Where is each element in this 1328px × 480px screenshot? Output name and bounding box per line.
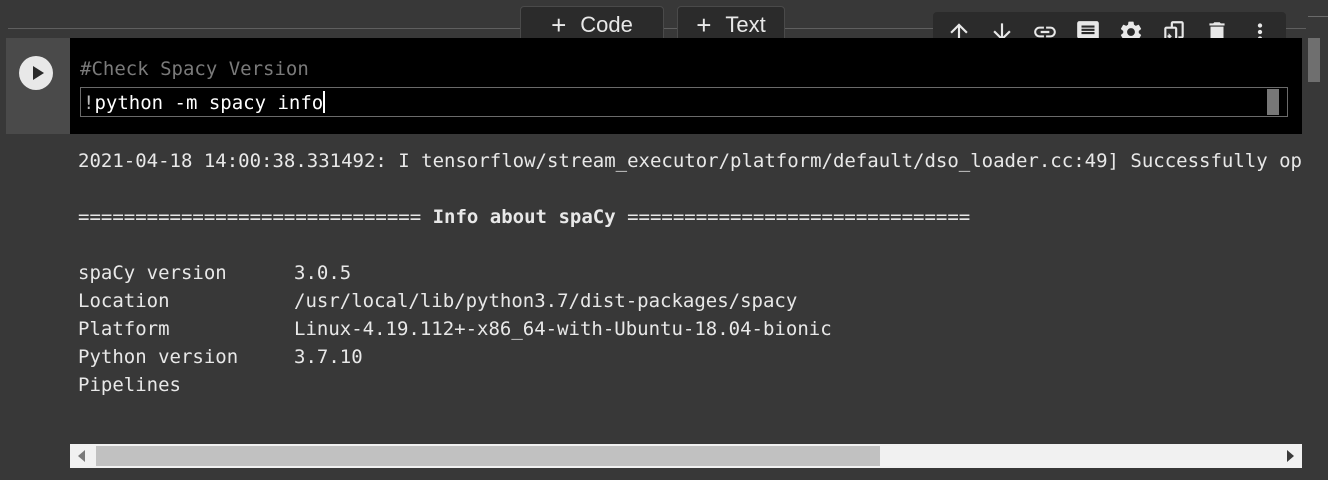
info-key: Location: [78, 290, 170, 312]
code-comment: #Check Spacy Version: [80, 58, 309, 80]
code-bang: !: [83, 92, 95, 114]
scroll-left-arrow-icon[interactable]: [78, 450, 85, 462]
text-cursor: [323, 91, 326, 113]
cell-divider-right: [1308, 16, 1328, 17]
play-icon: [32, 66, 44, 80]
output-header: ============================== Info abou…: [78, 206, 970, 228]
info-row: Platform Linux-4.19.112+-x86_64-with-Ubun…: [78, 318, 832, 340]
code-line-input[interactable]: !python -m spacy info: [80, 87, 1288, 117]
header-rule-left: ==============================: [78, 206, 433, 228]
output-log-line: 2021-04-18 14:00:38.331492: I tensorflow…: [78, 150, 1302, 172]
header-title: Info about spaCy: [432, 206, 616, 228]
code-command: python -m spacy info: [94, 92, 324, 114]
info-key: spaCy version: [78, 262, 227, 284]
info-key: Python version: [78, 346, 239, 368]
scrollbar-thumb[interactable]: [96, 446, 880, 466]
info-value: 3.7.10: [294, 346, 363, 368]
info-row: Pipelines: [78, 374, 294, 396]
info-key: Platform: [78, 318, 170, 340]
scroll-right-arrow-icon[interactable]: [1287, 450, 1294, 462]
cell-output: 2021-04-18 14:00:38.331492: I tensorflow…: [70, 134, 1302, 444]
output-horizontal-scrollbar[interactable]: [70, 444, 1302, 468]
info-value: 3.0.5: [294, 262, 352, 284]
info-value: Linux-4.19.112+-x86_64-with-Ubuntu-18.04…: [294, 318, 832, 340]
info-row: Python version 3.7.10: [78, 346, 363, 368]
info-key: Pipelines: [78, 374, 181, 396]
code-editor[interactable]: #Check Spacy Version !python -m spacy in…: [70, 38, 1302, 134]
info-row: Location/usr/local/lib/python3.7/dist-pa…: [78, 290, 797, 312]
editor-scroll-indicator: [1267, 89, 1279, 115]
page-scrollbar-thumb[interactable]: [1308, 38, 1320, 82]
info-value: /usr/local/lib/python3.7/dist-packages/s…: [294, 290, 798, 312]
code-text: !python -m spacy info: [83, 91, 326, 114]
info-row: spaCy version 3.0.5: [78, 262, 351, 284]
run-cell-button[interactable]: [19, 56, 53, 90]
header-rule-right: ==============================: [615, 206, 971, 228]
